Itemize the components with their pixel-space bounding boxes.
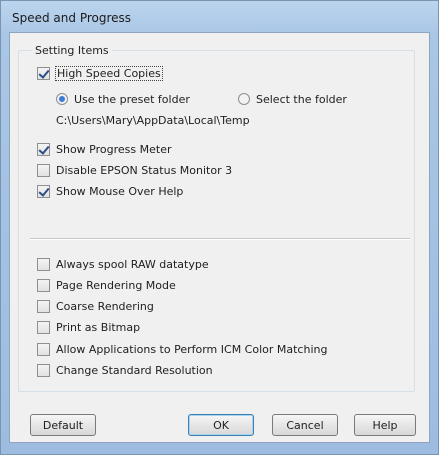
checkbox-label: Always spool RAW datatype (56, 257, 209, 271)
section-divider (30, 238, 410, 240)
folder-path: C:\Users\Mary\AppData\Local\Temp (56, 114, 250, 127)
checkbox-box[interactable] (37, 184, 50, 198)
checkbox-label: Print as Bitmap (56, 320, 141, 334)
radio-label: Use the preset folder (74, 92, 190, 106)
checkbox-label: Show Progress Meter (56, 142, 172, 156)
checkbox-label: Show Mouse Over Help (56, 184, 184, 198)
checkbox-label: Allow Applications to Perform ICM Color … (56, 342, 328, 356)
ok-button[interactable]: OK (188, 414, 254, 436)
checkbox-label: Change Standard Resolution (56, 363, 213, 377)
coarse-rendering-checkbox[interactable]: Coarse Rendering (37, 298, 154, 314)
print-as-bitmap-checkbox[interactable]: Print as Bitmap (37, 319, 140, 335)
cancel-button[interactable]: Cancel (272, 414, 338, 436)
default-button[interactable]: Default (30, 414, 96, 436)
checkbox-box[interactable] (37, 363, 50, 377)
show-progress-meter-checkbox[interactable]: Show Progress Meter (37, 141, 171, 157)
checkbox-box[interactable] (37, 320, 50, 334)
select-folder-radio[interactable]: Select the folder (238, 91, 347, 107)
checkbox-box[interactable] (37, 299, 50, 313)
checkbox-box[interactable] (37, 163, 50, 177)
checkbox-box[interactable] (37, 257, 50, 271)
use-preset-folder-radio[interactable]: Use the preset folder (56, 91, 190, 107)
always-spool-raw-checkbox[interactable]: Always spool RAW datatype (37, 256, 209, 272)
checkbox-label: High Speed Copies (55, 65, 163, 81)
radio-circle[interactable] (238, 93, 250, 105)
checkbox-box[interactable] (37, 142, 50, 156)
page-rendering-mode-checkbox[interactable]: Page Rendering Mode (37, 277, 176, 293)
group-label: Setting Items (32, 44, 112, 57)
disable-status-monitor-checkbox[interactable]: Disable EPSON Status Monitor 3 (37, 162, 232, 178)
change-resolution-checkbox[interactable]: Change Standard Resolution (37, 362, 213, 378)
show-mouse-over-help-checkbox[interactable]: Show Mouse Over Help (37, 183, 183, 199)
radio-label: Select the folder (256, 92, 347, 106)
radio-circle[interactable] (56, 93, 68, 105)
title-bar[interactable]: Speed and Progress (1, 1, 438, 35)
checkbox-box[interactable] (37, 278, 50, 292)
allow-icm-checkbox[interactable]: Allow Applications to Perform ICM Color … (37, 341, 327, 357)
window-title: Speed and Progress (12, 11, 132, 25)
high-speed-copies-checkbox[interactable]: High Speed Copies (37, 65, 163, 81)
checkbox-box[interactable] (37, 66, 50, 80)
checkbox-label: Page Rendering Mode (56, 278, 176, 292)
checkbox-box[interactable] (37, 342, 50, 356)
checkbox-label: Disable EPSON Status Monitor 3 (56, 163, 233, 177)
help-button[interactable]: Help (354, 414, 416, 436)
checkbox-label: Coarse Rendering (56, 299, 154, 313)
